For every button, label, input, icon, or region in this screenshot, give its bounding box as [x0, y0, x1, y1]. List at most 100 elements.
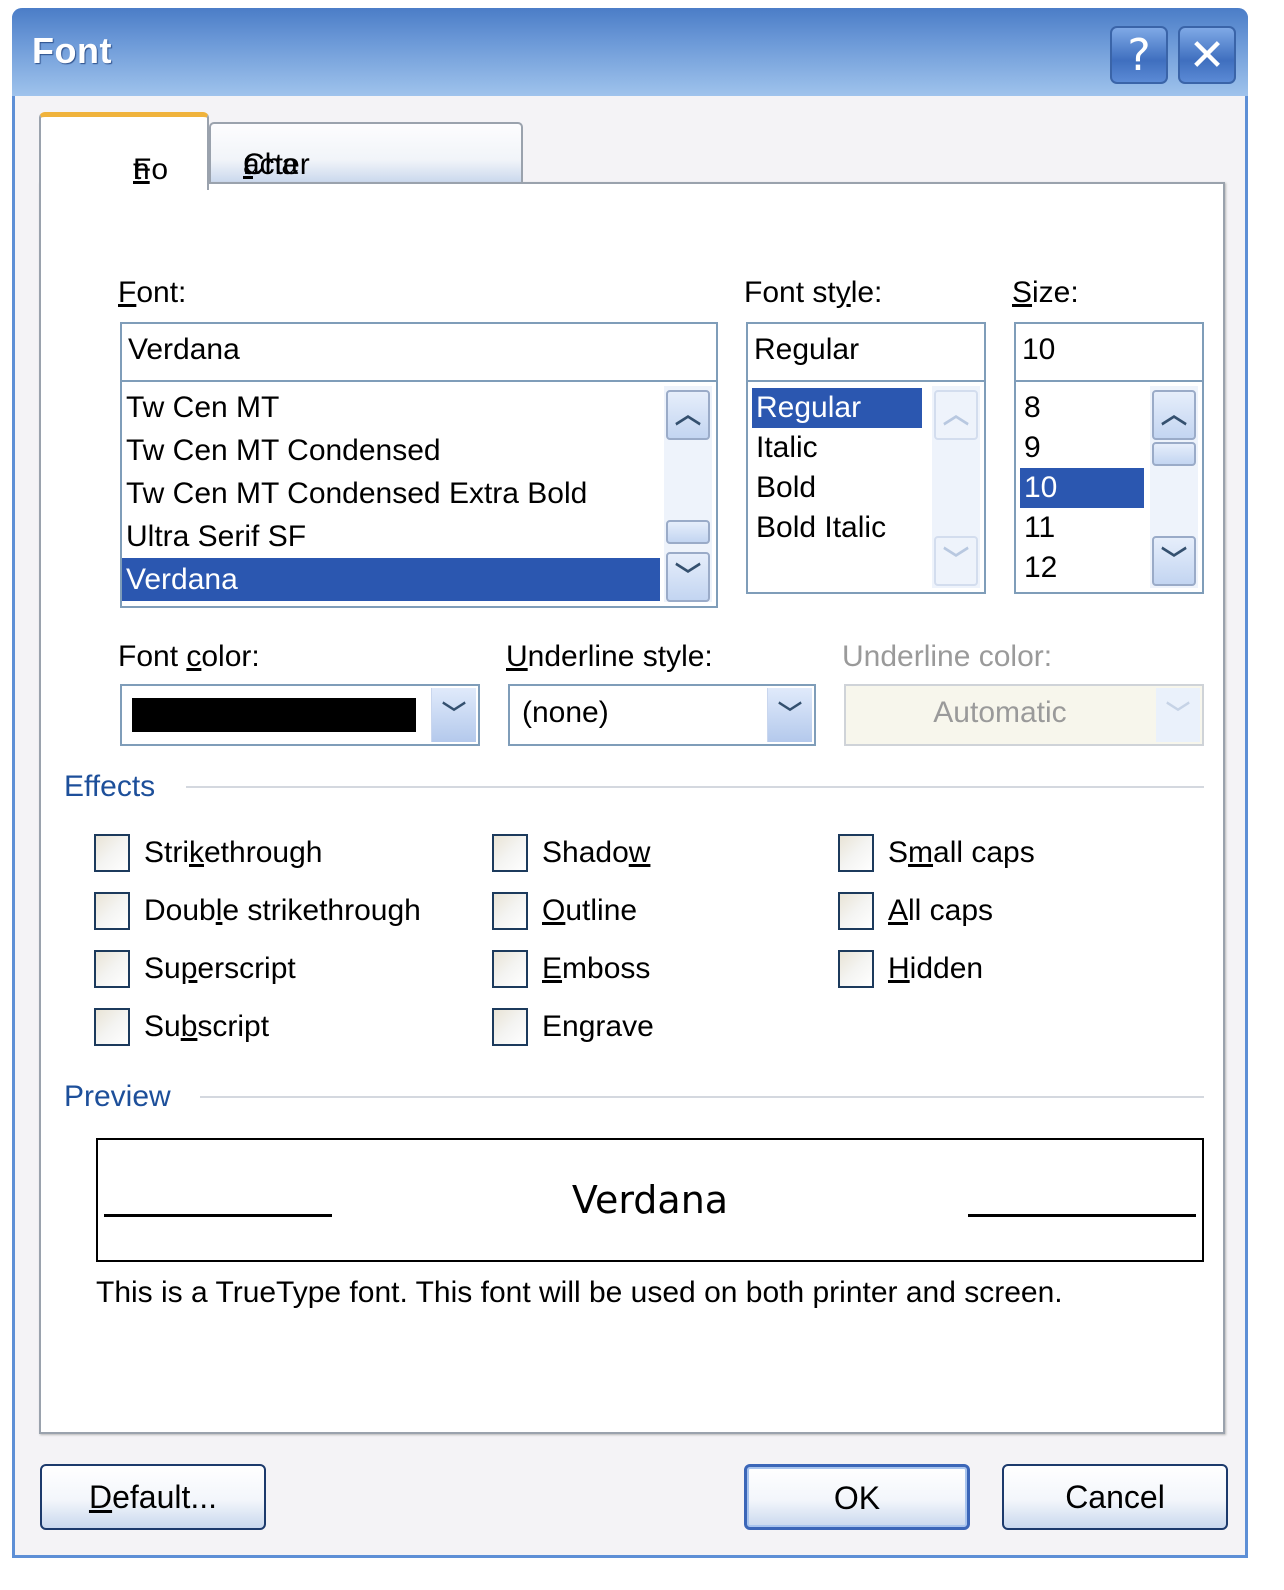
tab-label-part: t — [133, 153, 142, 186]
accel: F — [118, 276, 137, 309]
font-style-list[interactable]: Regular Italic Bold Bold Italic ︿ ﹀ — [746, 382, 986, 594]
font-color-dropdown-button[interactable]: ﹀ — [431, 688, 476, 742]
font-list-item-selected[interactable]: Verdana — [122, 558, 660, 601]
title-bar[interactable]: Font ? ✕ — [12, 8, 1248, 96]
ok-button[interactable]: OK — [744, 1464, 970, 1530]
accel: y — [835, 276, 851, 309]
close-icon: ✕ — [1188, 30, 1226, 81]
font-style-input[interactable]: Regular — [746, 322, 986, 382]
checkbox-box[interactable] — [94, 1008, 130, 1046]
font-info-text: This is a TrueType font. This font will … — [96, 1276, 1063, 1309]
size-label: Size: — [1012, 276, 1079, 310]
chevron-up-icon: ︿ — [1160, 399, 1187, 429]
size-input[interactable]: 10 — [1014, 322, 1204, 382]
checkbox-box[interactable] — [838, 892, 874, 930]
checkbox-label: Small caps — [888, 834, 1035, 872]
accel: U — [506, 640, 528, 673]
label-text: Font st — [744, 276, 836, 309]
tab-character-spacing[interactable]: Character Spacing — [209, 122, 523, 215]
underline-style-value: (none) — [522, 696, 609, 729]
font-input[interactable]: Verdana — [120, 322, 718, 382]
font-color-label: Font color: — [118, 640, 260, 674]
checkbox-label: Strikethrough — [144, 834, 322, 872]
checkbox-box[interactable] — [94, 834, 130, 872]
font-list[interactable]: Tw Cen MT Tw Cen MT Condensed Tw Cen MT … — [120, 382, 718, 608]
scroll-down-button[interactable]: ﹀ — [934, 536, 978, 586]
font-list-scrollbar[interactable]: ︿ ﹀ — [664, 386, 712, 602]
scroll-down-button[interactable]: ﹀ — [666, 552, 710, 602]
label-text: idden — [909, 952, 984, 985]
label-text: Stri — [144, 836, 189, 869]
preview-group-title: Preview — [64, 1080, 171, 1113]
underline-style-dropdown-button[interactable]: ﹀ — [767, 688, 812, 742]
checkbox-label: Subscript — [144, 1008, 269, 1046]
font-style-item-selected[interactable]: Regular — [752, 388, 922, 428]
label-text: ont: — [136, 276, 187, 309]
checkbox-label: Double strikethrough — [144, 892, 421, 930]
font-color-dropdown[interactable]: ﹀ — [120, 684, 480, 746]
font-style-label: Font style: — [744, 276, 882, 310]
accel: E — [542, 952, 563, 985]
accel: b — [180, 1010, 198, 1043]
scroll-up-button[interactable]: ︿ — [934, 390, 978, 440]
cancel-button[interactable]: Cancel — [1002, 1464, 1228, 1530]
scroll-up-button[interactable]: ︿ — [1152, 390, 1196, 440]
underline-color-dropdown: Automatic ﹀ — [844, 684, 1204, 746]
scroll-thumb[interactable] — [1152, 442, 1196, 466]
label-text: S — [888, 836, 909, 869]
accel: H — [888, 952, 910, 985]
checkbox-box[interactable] — [838, 950, 874, 988]
chevron-down-icon: ﹀ — [442, 701, 466, 728]
preview-box: Verdana — [96, 1138, 1204, 1262]
checkbox-box[interactable] — [94, 950, 130, 988]
font-list-item[interactable]: Tw Cen MT Condensed Extra Bold — [122, 472, 660, 515]
checkbox-label: All caps — [888, 892, 993, 930]
chevron-down-icon: ﹀ — [942, 545, 969, 575]
checkbox-box[interactable] — [94, 892, 130, 930]
label-text: En — [542, 1010, 579, 1043]
help-button[interactable]: ? — [1110, 26, 1168, 84]
size-scrollbar[interactable]: ︿ ﹀ — [1150, 386, 1198, 588]
checkbox-label: Hidden — [888, 950, 983, 988]
label-text: Doub — [144, 894, 216, 927]
checkbox-box[interactable] — [492, 950, 528, 988]
accel: S — [1012, 276, 1033, 309]
checkbox-box[interactable] — [492, 834, 528, 872]
preview-divider — [200, 1096, 1204, 1098]
accel: m — [908, 836, 934, 869]
label-text: all caps — [933, 836, 1035, 869]
default-button[interactable]: Default... — [40, 1464, 266, 1530]
accel: A — [888, 894, 909, 927]
checkbox-box[interactable] — [492, 892, 528, 930]
size-item-selected[interactable]: 10 — [1020, 468, 1144, 508]
label-text: rave — [595, 1010, 654, 1043]
label-text: Su — [144, 952, 181, 985]
font-style-scrollbar[interactable]: ︿ ﹀ — [932, 386, 980, 588]
checkbox-label: Engrave — [542, 1008, 654, 1046]
tab-font[interactable]: Fo n t — [39, 112, 209, 190]
font-list-item[interactable]: Tw Cen MT — [122, 386, 660, 429]
label-text: Font — [118, 640, 187, 673]
effects-group-title: Effects — [64, 770, 156, 803]
button-label: efault... — [112, 1479, 218, 1515]
chevron-up-icon: ︿ — [942, 399, 969, 429]
font-label: Font: — [118, 276, 186, 310]
underline-color-label: Underline color: — [842, 640, 1053, 673]
scroll-up-button[interactable]: ︿ — [666, 390, 710, 440]
checkbox-box[interactable] — [838, 834, 874, 872]
underline-style-dropdown[interactable]: (none) ﹀ — [508, 684, 816, 746]
chevron-down-icon: ﹀ — [1166, 701, 1190, 728]
label-text: utline — [565, 894, 638, 927]
font-list-item[interactable]: Ultra Serif SF — [122, 515, 660, 558]
scroll-thumb[interactable] — [666, 520, 710, 544]
size-list[interactable]: 8 9 10 11 12 ︿ ﹀ — [1014, 382, 1204, 594]
close-button[interactable]: ✕ — [1178, 26, 1236, 84]
label-text: Su — [144, 1010, 181, 1043]
label-text: ethrough — [204, 836, 323, 869]
font-list-item[interactable]: Tw Cen MT Condensed — [122, 429, 660, 472]
checkbox-label: Outline — [542, 892, 637, 930]
font-color-swatch — [132, 698, 416, 732]
checkbox-box[interactable] — [492, 1008, 528, 1046]
label-text: nderline style: — [527, 640, 713, 673]
scroll-down-button[interactable]: ﹀ — [1152, 536, 1196, 586]
